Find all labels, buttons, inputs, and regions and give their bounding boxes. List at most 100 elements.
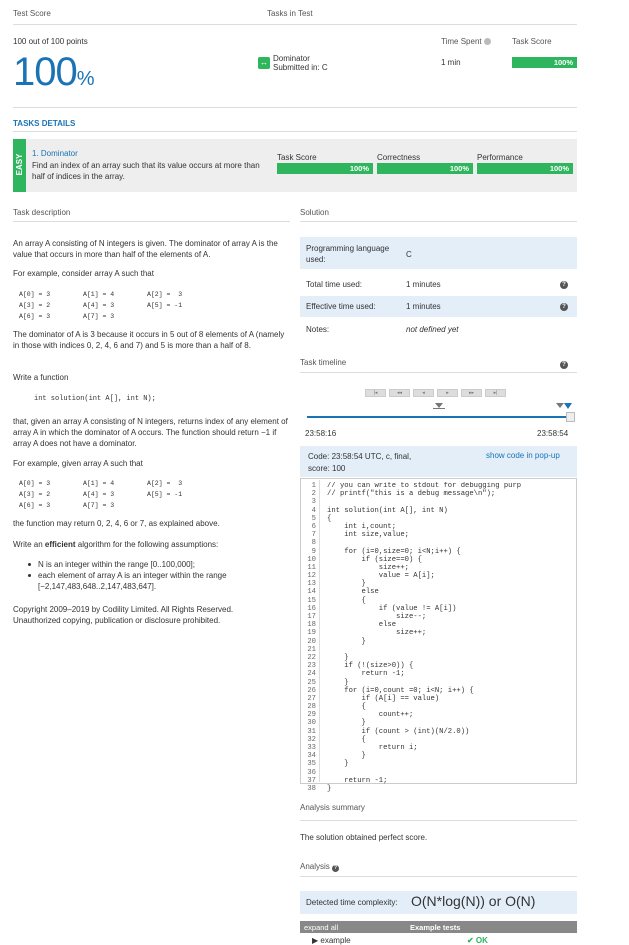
help-icon[interactable]: ? [560,303,568,311]
line-number: 22 [307,653,316,662]
code-line: if (A[i] == value) [327,694,440,703]
code-line: if (value != A[i]) [327,604,457,613]
line-number: 6 [311,522,316,531]
score-percent: % [76,68,95,90]
line-number: 27 [307,694,316,703]
timeline-first-button[interactable]: |◂ [365,389,386,397]
line-number: 5 [311,514,316,523]
code-line: size++; [327,563,409,572]
timeline-forward-button[interactable]: ▸▸ [461,389,482,397]
code-line: } [327,678,349,687]
effective-time-label: Effective time used: [306,302,376,311]
timeline-prev-button[interactable]: ◂ [413,389,434,397]
line-number: 11 [307,563,316,572]
code-line: for (i=0,size=0; i<N;i++) { [327,547,461,556]
assumption-1: N is an integer within the range [0..100… [28,559,278,570]
line-number: 1 [311,482,316,490]
line-number: 2 [311,490,316,499]
expand-triangle-icon[interactable]: ▶ [312,936,318,945]
line-number: 20 [307,637,316,646]
code-line: } [327,719,366,728]
function-signature: int solution(int A[], int N); [34,395,156,403]
example-test-row[interactable]: ▶ example [312,936,351,945]
tasks-in-test-label: Tasks in Test [267,9,313,18]
desc-p7: the function may return 0, 2, 4, 6 or 7,… [13,519,220,528]
line-number: 4 [311,506,316,515]
desc-p3: The dominator of A is 3 because it occur… [13,330,285,350]
line-number: 30 [307,719,316,728]
line-number: 7 [311,531,316,540]
time-spent-value: 1 min [441,58,461,67]
code-line: { [327,514,332,523]
code-line: int solution(int A[], int N) [327,506,448,515]
timeline-marker-base [433,408,445,409]
desc-p6: For example, given array A such that [13,459,143,468]
line-number: 35 [307,760,316,769]
code-line: // printf("this is a debug message\n"); [327,490,496,499]
line-numbers: 1 2 3 4 5 6 7 8 9 10 11 12 13 14 15 16 17 18 19 20 21 22 23 24 2… [302,482,316,793]
line-number: 37 [307,776,316,785]
task-status-icon: ↔ [258,57,270,69]
timeline-play-button[interactable]: ▸ [437,389,458,397]
line-number: 34 [307,752,316,761]
line-number: 10 [307,555,316,564]
notes-value: not defined yet [406,325,459,334]
timeline-slider-handle[interactable] [566,412,575,422]
timeline-rewind-button[interactable]: ◂◂ [389,389,410,397]
submitted-text: Submitted in: C [273,63,328,72]
line-number: 12 [307,572,316,581]
line-number: 33 [307,744,316,752]
test-score-label: Test Score [13,9,51,18]
expand-all-link[interactable]: expand all [304,923,338,932]
analysis-title: Analysis ? [300,862,340,872]
code-line: size--; [327,613,427,621]
assumptions-list: N is an integer within the range [0..100… [28,559,278,592]
code-line: for (i=0,count =0; i<N; i++) { [327,686,474,695]
analysis-summary-title: Analysis summary [300,803,365,812]
notes-label: Notes: [306,325,330,334]
line-number: 9 [311,547,316,556]
time-spent-label: Time Spent [441,37,491,46]
show-code-popup-link[interactable]: show code in pop-up [486,451,560,460]
code-line: int i,count; [327,522,397,531]
assumption-2: each element of array A is an integer wi… [28,570,278,592]
analysis-summary-text: The solution obtained perfect score. [300,833,428,842]
code-line: { [327,596,366,605]
col-task-score: Task Score [277,153,317,162]
help-icon[interactable]: ? [332,865,340,872]
line-number: 13 [307,580,316,589]
line-number: 32 [307,735,316,744]
example-tests-header: Example tests [410,923,461,932]
code-meta: Code: 23:58:54 UTC, c, final, score: 100 [308,452,412,473]
total-time-label: Total time used: [306,280,363,289]
timeline-last-button[interactable]: ▸| [485,389,506,397]
task-name-link[interactable]: Dominator [273,54,328,63]
line-number: 14 [307,588,316,597]
help-icon[interactable]: ? [560,281,568,289]
help-icon[interactable]: ? [560,361,568,369]
code-line: return -1; [327,776,388,785]
code-line: if (!(size>0)) { [327,662,414,671]
desc-p5: that, given an array A consisting of N i… [13,417,288,448]
desc-p8: Write an efficient algorithm for the fol… [13,540,219,549]
line-number: 29 [307,711,316,720]
points-text: 100 out of 100 points [13,37,88,46]
task-entry[interactable]: Dominator Submitted in: C [273,54,328,72]
timeline-track[interactable] [307,416,569,418]
line-number: 31 [307,727,316,736]
code-line: } [327,760,349,769]
example-test-result: ✔ OK [467,936,488,945]
effective-time-value: 1 minutes [406,302,441,311]
line-number: 8 [311,539,316,548]
info-icon[interactable] [483,38,491,46]
timeline-start-time: 23:58:16 [305,429,337,438]
code-line: { [327,735,366,744]
task-score-header-label: Task Score [512,37,552,46]
code-text: // you can write to stdout for debugging… [327,482,575,793]
desc-p1: An array A consisting of N integers is g… [13,239,278,259]
code-line: int size,value; [327,531,409,540]
task-title-link[interactable]: 1. Dominator [32,149,78,158]
col-correctness: Correctness [377,153,421,162]
